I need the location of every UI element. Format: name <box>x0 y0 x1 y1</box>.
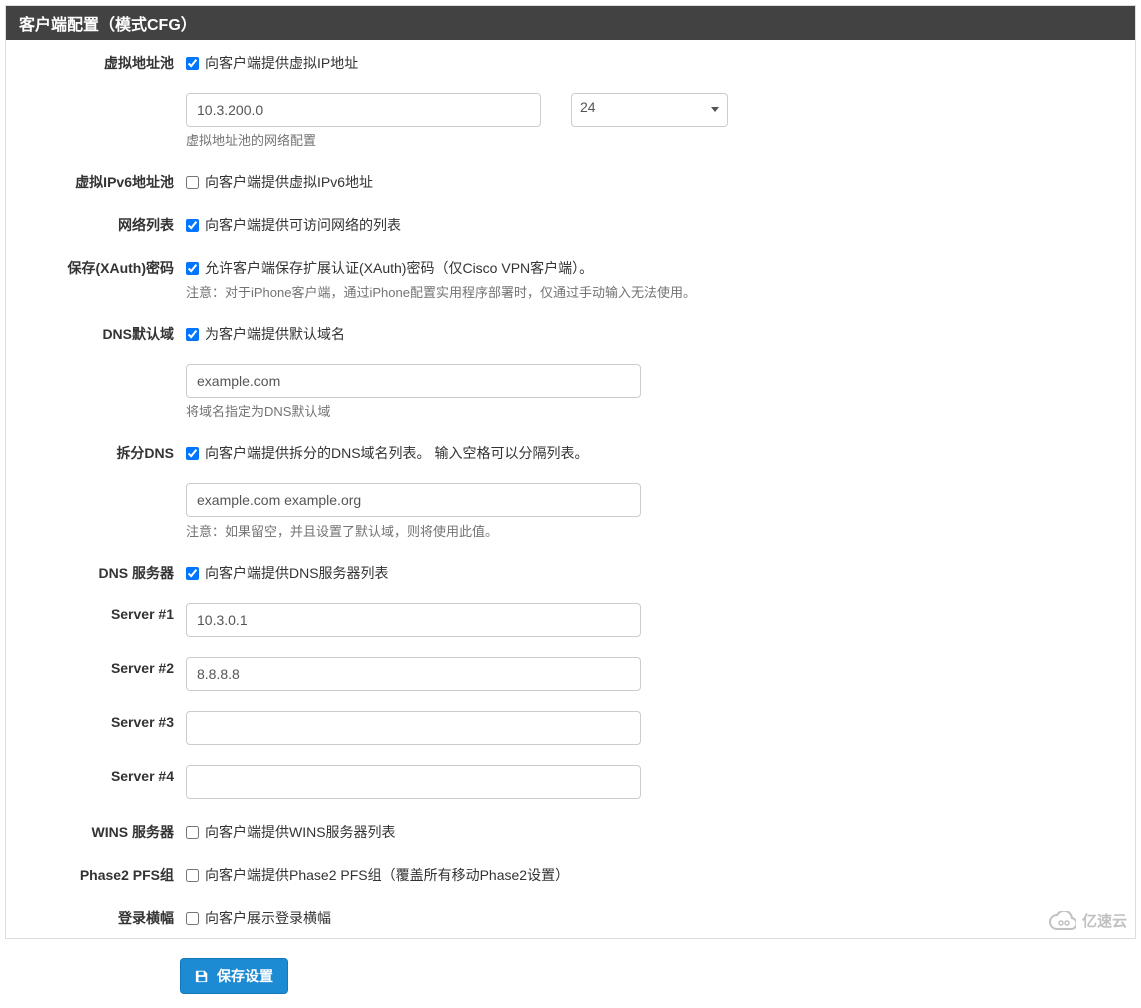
label-server-1: Server #1 <box>11 603 186 637</box>
checkbox-label-wins-servers: 向客户端提供WINS服务器列表 <box>205 822 396 842</box>
save-button-label: 保存设置 <box>217 966 273 986</box>
checkbox-phase2-pfs[interactable] <box>186 869 199 882</box>
label-server-2: Server #2 <box>11 657 186 691</box>
label-server-4: Server #4 <box>11 765 186 799</box>
input-server-4[interactable] <box>186 765 641 799</box>
checkbox-label-split-dns: 向客户端提供拆分的DNS域名列表。 输入空格可以分隔列表。 <box>205 443 588 463</box>
chevron-down-icon <box>711 107 719 112</box>
button-area: 保存设置 <box>0 944 1141 1008</box>
checkbox-split-dns[interactable] <box>186 447 199 460</box>
label-network-list: 网络列表 <box>11 212 186 235</box>
checkbox-virtual-pool[interactable] <box>186 57 199 70</box>
checkbox-label-virtual-ipv6-pool: 向客户端提供虚拟IPv6地址 <box>205 172 373 192</box>
checkbox-label-login-banner: 向客户展示登录横幅 <box>205 908 331 928</box>
label-phase2-pfs: Phase2 PFS组 <box>11 862 186 885</box>
checkbox-save-xauth[interactable] <box>186 262 199 275</box>
panel-title: 客户端配置（模式CFG） <box>6 6 1135 40</box>
checkbox-virtual-ipv6-pool[interactable] <box>186 176 199 189</box>
checkbox-label-network-list: 向客户端提供可访问网络的列表 <box>205 215 401 235</box>
note-save-xauth: 注意：对于iPhone客户端，通过iPhone配置实用程序部署时，仅通过手动输入… <box>186 282 1120 301</box>
checkbox-label-dns-servers: 向客户端提供DNS服务器列表 <box>205 563 389 583</box>
input-server-2[interactable] <box>186 657 641 691</box>
save-button[interactable]: 保存设置 <box>180 958 288 994</box>
cloud-icon <box>1048 911 1076 931</box>
label-split-dns: 拆分DNS <box>11 440 186 463</box>
label-virtual-pool: 虚拟地址池 <box>11 50 186 73</box>
input-dns-default-domain[interactable] <box>186 364 641 398</box>
watermark: 亿速云 <box>1048 910 1127 931</box>
label-save-xauth: 保存(XAuth)密码 <box>11 255 186 301</box>
help-virtual-pool: 虚拟地址池的网络配置 <box>186 130 1120 149</box>
panel-body: 虚拟地址池 向客户端提供虚拟IP地址 24 虚拟地址池的网络配置 <box>6 40 1135 938</box>
note-split-dns: 注意：如果留空，并且设置了默认域，则将使用此值。 <box>186 521 1120 540</box>
label-server-3: Server #3 <box>11 711 186 745</box>
label-wins-servers: WINS 服务器 <box>11 819 186 842</box>
checkbox-wins-servers[interactable] <box>186 826 199 839</box>
checkbox-dns-default-domain[interactable] <box>186 328 199 341</box>
checkbox-login-banner[interactable] <box>186 912 199 925</box>
label-dns-servers: DNS 服务器 <box>11 560 186 583</box>
input-server-1[interactable] <box>186 603 641 637</box>
checkbox-network-list[interactable] <box>186 219 199 232</box>
help-dns-default-domain: 将域名指定为DNS默认域 <box>186 401 1120 420</box>
client-config-panel: 客户端配置（模式CFG） 虚拟地址池 向客户端提供虚拟IP地址 24 <box>5 5 1136 939</box>
label-virtual-ipv6-pool: 虚拟IPv6地址池 <box>11 169 186 192</box>
label-login-banner: 登录横幅 <box>11 905 186 928</box>
checkbox-label-dns-default-domain: 为客户端提供默认域名 <box>205 324 345 344</box>
checkbox-dns-servers[interactable] <box>186 567 199 580</box>
label-dns-default-domain: DNS默认域 <box>11 321 186 344</box>
watermark-text: 亿速云 <box>1082 910 1127 931</box>
checkbox-label-save-xauth: 允许客户端保存扩展认证(XAuth)密码（仅Cisco VPN客户端）。 <box>205 258 593 278</box>
save-icon <box>195 969 209 983</box>
select-virtual-pool-prefix[interactable]: 24 <box>571 93 728 127</box>
input-server-3[interactable] <box>186 711 641 745</box>
input-virtual-pool-ip[interactable] <box>186 93 541 127</box>
checkbox-label-virtual-pool: 向客户端提供虚拟IP地址 <box>205 53 358 73</box>
input-split-dns[interactable] <box>186 483 641 517</box>
checkbox-label-phase2-pfs: 向客户端提供Phase2 PFS组（覆盖所有移动Phase2设置） <box>205 865 569 885</box>
